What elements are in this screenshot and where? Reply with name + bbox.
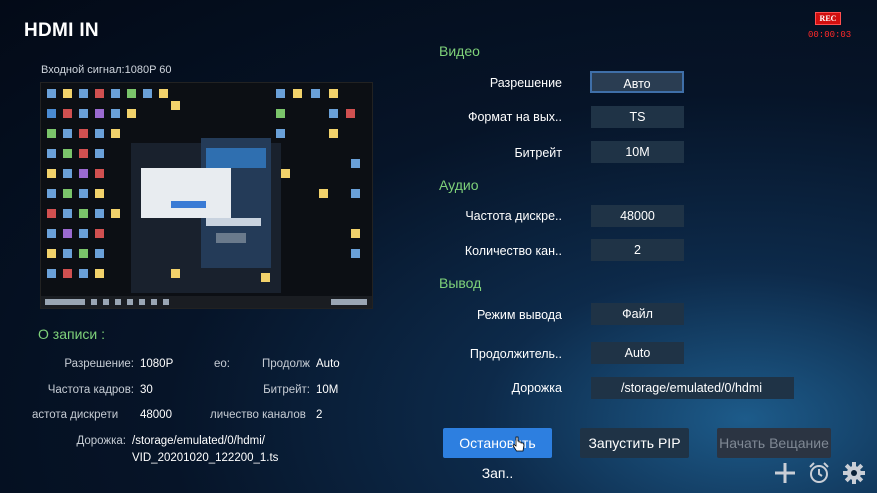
info-bitrate-label: Битрейт: xyxy=(263,384,310,396)
mouse-cursor-icon xyxy=(512,436,526,459)
channel-count-label: Количество кан.. xyxy=(464,244,562,258)
info-samplerate-label: астота дискрети xyxy=(32,409,119,421)
info-track-value-line1: /storage/emulated/0/hdmi/ xyxy=(132,435,265,447)
sample-rate-select[interactable]: 48000 xyxy=(591,205,684,227)
duration-select[interactable]: Auto xyxy=(591,342,684,364)
info-channels-value: 2 xyxy=(316,409,323,421)
stop-recording-button[interactable]: Остановить Зап.. xyxy=(443,428,552,481)
audio-section-title: Аудио xyxy=(439,177,479,193)
bitrate-label: Битрейт xyxy=(514,146,562,160)
bitrate-select[interactable]: 10M xyxy=(591,141,684,163)
info-bitrate-value: 10M xyxy=(316,384,339,396)
plus-icon[interactable] xyxy=(774,462,796,489)
info-truncated-label: ео: xyxy=(214,358,230,370)
resolution-label: Разрешение xyxy=(489,76,562,90)
info-resolution-label: Разрешение: xyxy=(64,358,134,370)
start-pip-button[interactable]: Запустить PIP xyxy=(580,428,689,458)
info-channels-label: личество каналов xyxy=(210,409,306,421)
info-track-label: Дорожка: xyxy=(76,435,126,447)
info-duration-value: Auto xyxy=(316,358,340,370)
app-title: HDMI IN xyxy=(24,20,99,41)
recording-timer: 00:00:03 xyxy=(808,30,852,40)
resolution-select[interactable]: Авто xyxy=(590,71,684,93)
info-framerate-value: 30 xyxy=(140,384,153,396)
video-section-title: Видео xyxy=(439,43,480,59)
alarm-clock-icon[interactable] xyxy=(807,461,831,490)
duration-label: Продолжитель.. xyxy=(469,347,562,361)
hdmi-preview[interactable] xyxy=(40,82,373,309)
gear-icon[interactable] xyxy=(842,461,866,490)
start-broadcast-button[interactable]: Начать Вещание xyxy=(717,428,831,458)
channel-count-select[interactable]: 2 xyxy=(591,239,684,261)
recording-info-title: О записи : xyxy=(38,326,105,342)
track-path-label: Дорожка xyxy=(511,381,562,395)
info-duration-label: Продолж xyxy=(261,358,310,370)
info-resolution-value: 1080P xyxy=(140,358,174,370)
info-framerate-label: Частота кадров: xyxy=(47,384,134,396)
output-mode-select[interactable]: Файл xyxy=(591,303,684,325)
input-signal-label: Входной сигнал:1080P 60 xyxy=(41,64,172,76)
track-path-field[interactable]: /storage/emulated/0/hdmi xyxy=(591,377,794,399)
output-format-label: Формат на вых.. xyxy=(467,110,562,124)
sample-rate-label: Частота дискре.. xyxy=(465,209,562,223)
info-track-value-line2: VID_20201020_122200_1.ts xyxy=(132,452,279,464)
output-format-select[interactable]: TS xyxy=(591,106,684,128)
rec-badge: REC xyxy=(814,12,842,25)
recording-indicator: REC 00:00:03 xyxy=(808,8,852,40)
output-section-title: Вывод xyxy=(439,275,482,291)
desktop-preview-image xyxy=(41,83,372,308)
output-mode-label: Режим вывода xyxy=(476,308,562,322)
info-samplerate-value: 48000 xyxy=(140,409,172,421)
